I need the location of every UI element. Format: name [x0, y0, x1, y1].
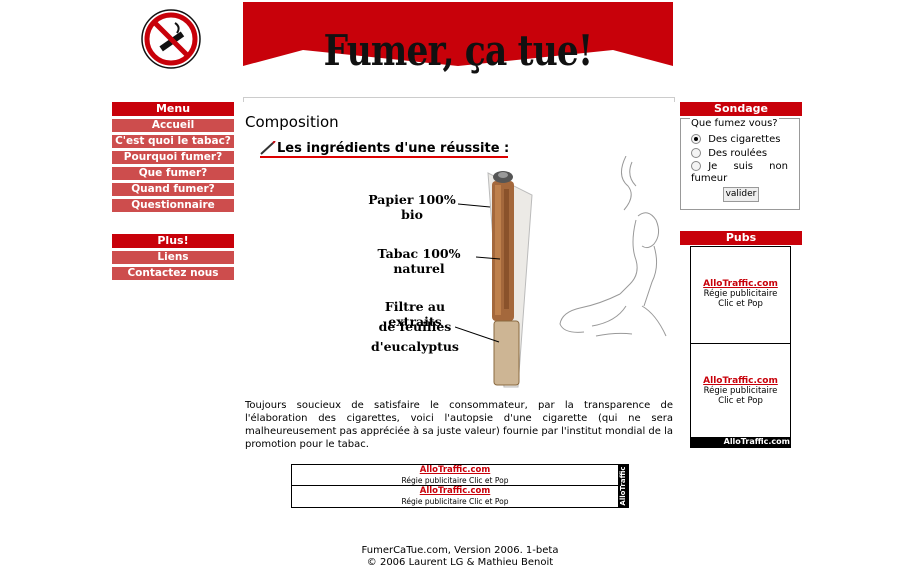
menu-item-pourquoi[interactable]: Pourquoi fumer? [112, 151, 234, 164]
poll-option-label: Je suis non fumeur [691, 161, 788, 184]
pointer-tobacco [475, 253, 506, 266]
pubs-ads: AlloTraffic.com Régie publicitaire Clic … [690, 246, 791, 448]
menu-item-tabac[interactable]: C'est quoi le tabac? [112, 135, 234, 148]
bottom-ad-1-link[interactable]: AlloTraffic.com [292, 465, 618, 476]
menu-item-accueil[interactable]: Accueil [112, 119, 234, 132]
bottom-ad-2[interactable]: AlloTraffic.com Régie publicitaire Clic … [292, 486, 618, 506]
bottom-ad-brand: AlloTraffic [619, 466, 627, 506]
cigarette-illustration [470, 165, 540, 390]
menu-item-quand-fumer[interactable]: Quand fumer? [112, 183, 234, 196]
radio-non-fumeur[interactable] [691, 161, 701, 171]
menu-item-liens[interactable]: Liens [112, 251, 234, 264]
menu-item-questionnaire[interactable]: Questionnaire [112, 199, 234, 212]
bottom-ad-1-text: Régie publicitaire Clic et Pop [401, 476, 509, 485]
pubs-title: Pubs [680, 231, 802, 245]
poll-box: Sondage [680, 102, 802, 116]
poll-option-label: Des cigarettes [708, 134, 781, 145]
pub-ad-1-link[interactable]: AlloTraffic.com [691, 279, 790, 289]
label-tobacco: Tabac 100% naturel [377, 246, 461, 276]
menu-item-que-fumer[interactable]: Que fumer? [112, 167, 234, 180]
menu-item-contact[interactable]: Contactez nous [112, 267, 234, 280]
poll-option-label: Des roulées [708, 148, 768, 159]
bottom-ad-brand-strip: AlloTraffic [618, 465, 628, 507]
poll-option-non-fumeur[interactable]: Je suis non fumeur [691, 161, 794, 185]
pointer-paper [457, 200, 498, 213]
footer-copyright: © 2006 Laurent LG & Mathieu Benoit [366, 557, 554, 568]
menu-title: Menu [112, 102, 234, 116]
poll-option-roulees[interactable]: Des roulées [691, 148, 767, 159]
radio-roulees[interactable] [691, 148, 701, 158]
pen-icon [259, 140, 277, 155]
label-paper: Papier 100% bio [368, 192, 456, 222]
pub-ad-2-text: Régie publicitaire Clic et Pop [703, 386, 778, 406]
pub-ad-2[interactable]: AlloTraffic.com Régie publicitaire Clic … [691, 344, 790, 436]
radio-cigarettes[interactable] [691, 134, 701, 144]
pub-ad-2-link[interactable]: AlloTraffic.com [691, 376, 790, 386]
ingredients-heading: Les ingrédients d'une réussite : [277, 141, 510, 156]
pubs-box: Pubs [680, 231, 802, 245]
poll-question: Que fumez vous? [690, 118, 779, 129]
pointer-filter [454, 325, 505, 348]
label-filter-3: d'eucalyptus [371, 339, 459, 354]
bottom-ad-banner: AlloTraffic.com Régie publicitaire Clic … [291, 464, 629, 508]
plus-title: Plus! [112, 234, 234, 248]
poll-submit-button[interactable]: valider [723, 187, 759, 202]
no-smoking-logo [141, 9, 201, 69]
label-filter-2: de feuilles [378, 319, 452, 334]
footer-version: FumerCaTue.com, Version 2006. 1-beta [361, 545, 559, 556]
bottom-ad-1[interactable]: AlloTraffic.com Régie publicitaire Clic … [292, 465, 618, 486]
woman-sketch [556, 155, 672, 346]
bottom-ad-2-text: Régie publicitaire Clic et Pop [401, 497, 509, 506]
bottom-ad-2-link[interactable]: AlloTraffic.com [292, 486, 618, 497]
content-divider [243, 97, 675, 102]
page-heading: Composition [245, 113, 339, 131]
site-title: Fumer, ça tue! [323, 26, 593, 75]
poll-title: Sondage [680, 102, 802, 116]
composition-description: Toujours soucieux de satisfaire le conso… [245, 400, 673, 450]
pub-ad-1[interactable]: AlloTraffic.com Régie publicitaire Clic … [691, 247, 790, 344]
plus-box: Plus! Liens Contactez nous [112, 234, 234, 280]
pub-ad-1-text: Régie publicitaire Clic et Pop [703, 289, 778, 309]
heading-underline [260, 156, 508, 158]
pubs-brand: AlloTraffic.com [691, 437, 790, 447]
menu-box: Menu Accueil C'est quoi le tabac? Pourqu… [112, 102, 234, 212]
poll-option-cigarettes[interactable]: Des cigarettes [691, 134, 780, 145]
